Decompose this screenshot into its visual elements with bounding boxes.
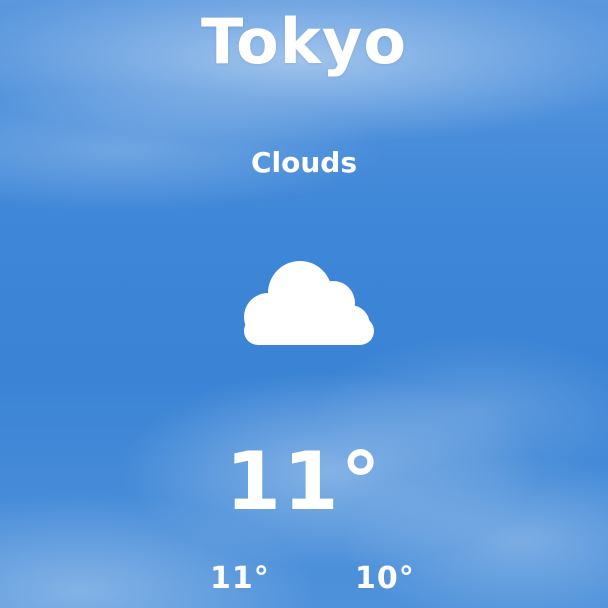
weather-condition: Clouds (250, 146, 358, 179)
current-temperature: 11° (225, 435, 383, 528)
low-temperature: 10° (355, 561, 415, 596)
high-temperature: 11° (210, 561, 270, 596)
city-name: Tokyo (201, 5, 407, 78)
cloud-icon (238, 255, 380, 350)
